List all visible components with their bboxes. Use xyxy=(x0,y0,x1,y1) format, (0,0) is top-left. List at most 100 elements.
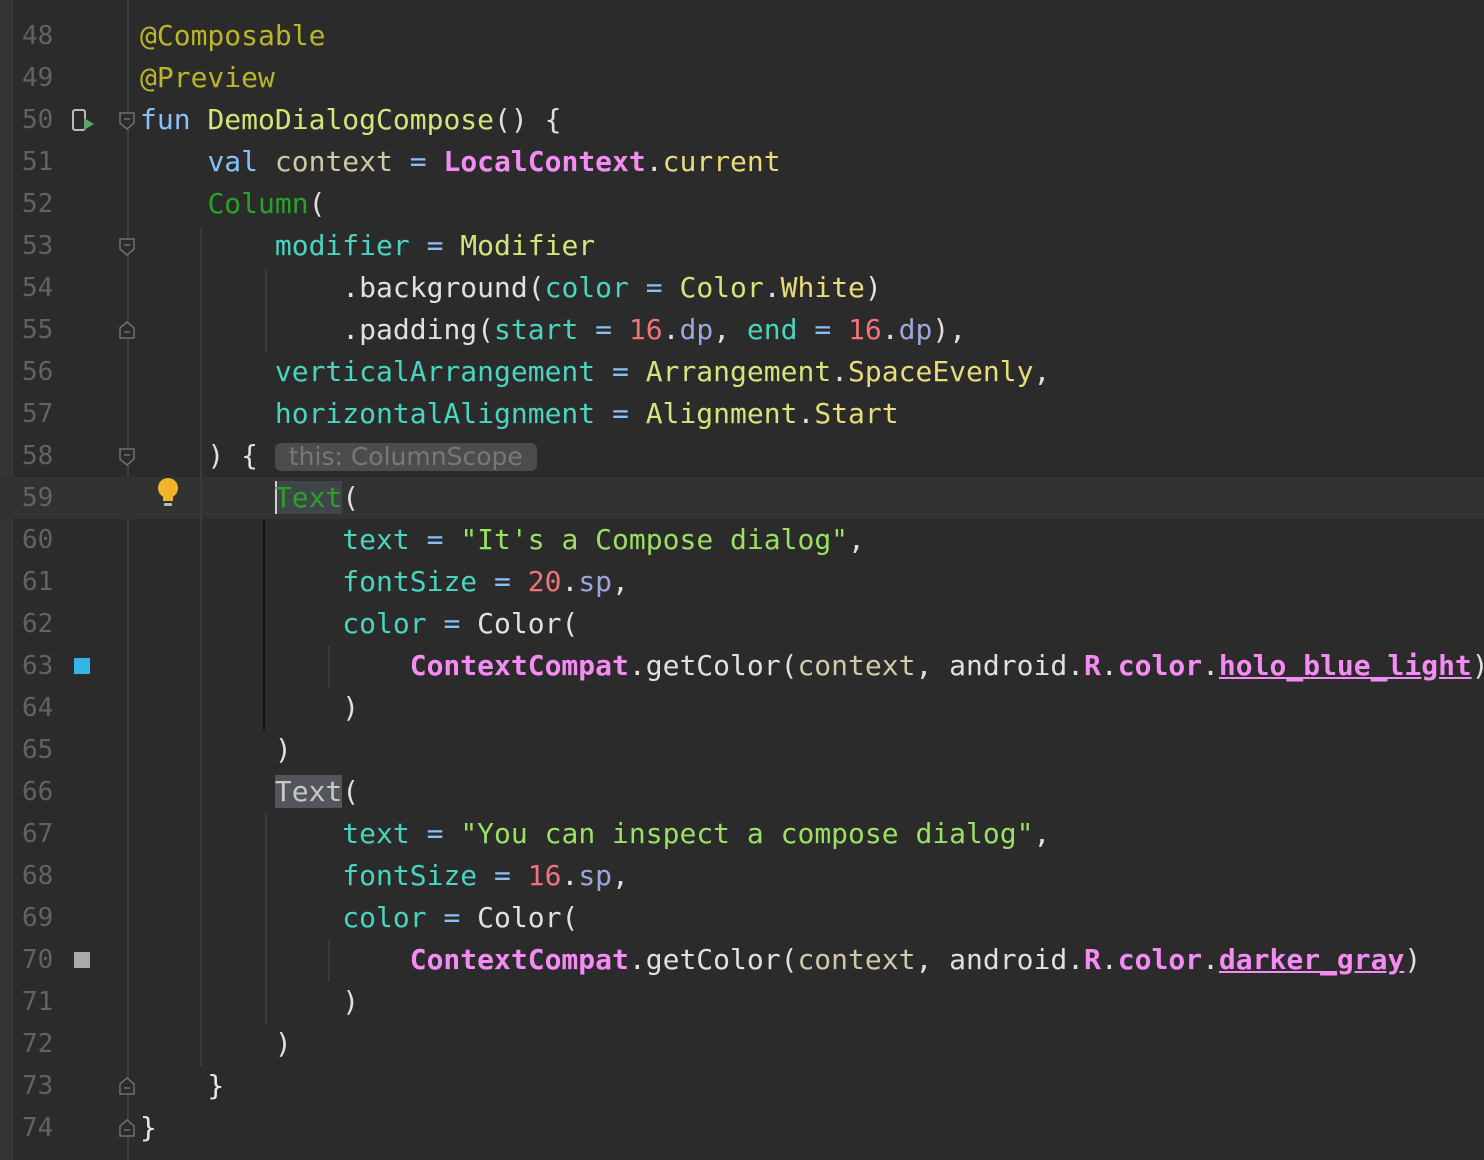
line-number: 49 xyxy=(22,63,54,93)
code-text[interactable]: } xyxy=(140,1107,157,1149)
code-text[interactable]: ContextCompat.getColor(context, android.… xyxy=(140,939,1422,981)
inlay-type-hint: this: ColumnScope xyxy=(274,443,537,471)
code-line[interactable]: 48 @Composable xyxy=(0,15,1484,57)
code-text[interactable]: text = "You can inspect a compose dialog… xyxy=(140,813,1050,855)
code-text[interactable]: fontSize = 20.sp, xyxy=(140,561,629,603)
fold-collapse-icon[interactable] xyxy=(119,238,135,256)
code-token: ) xyxy=(864,271,882,304)
indent-guide xyxy=(200,478,202,1066)
code-line[interactable]: 69 color = Color( xyxy=(0,897,1484,939)
code-text[interactable]: @Preview xyxy=(140,57,275,99)
code-text[interactable]: modifier = Modifier xyxy=(140,225,595,267)
code-token: fontSize xyxy=(342,565,478,598)
code-token: holo_blue_light xyxy=(1218,649,1472,682)
code-line[interactable]: 74} xyxy=(0,1107,1484,1149)
code-line[interactable]: 70 ContextCompat.getColor(context, andro… xyxy=(0,939,1484,981)
code-token: = xyxy=(578,313,629,346)
code-line[interactable]: 58 ) { this: ColumnScope xyxy=(0,435,1484,477)
fold-end-icon[interactable] xyxy=(119,1077,135,1095)
code-token: ) xyxy=(140,985,360,1018)
code-token: , xyxy=(713,313,747,346)
code-text[interactable]: text = "It's a Compose dialog", xyxy=(140,519,865,561)
code-line[interactable]: 50 fun DemoDialogCompose() { xyxy=(0,99,1484,141)
code-token: Arrangement xyxy=(645,355,832,388)
code-token: text xyxy=(342,523,410,556)
code-line[interactable]: 54 .background(color = Color.White) xyxy=(0,267,1484,309)
code-text[interactable]: ) xyxy=(140,729,292,771)
line-number: 66 xyxy=(22,777,54,807)
code-text[interactable]: ) xyxy=(140,687,359,729)
code-line[interactable]: 63 ContextCompat.getColor(context, andro… xyxy=(0,645,1484,687)
code-line[interactable]: 51 val context = LocalContext.current xyxy=(0,141,1484,183)
indent-guide xyxy=(265,270,267,352)
code-line[interactable]: 68 fontSize = 16.sp, xyxy=(0,855,1484,897)
fold-end-icon[interactable] xyxy=(119,1119,135,1137)
code-text[interactable]: fontSize = 16.sp, xyxy=(140,855,629,897)
code-token: color xyxy=(544,271,629,304)
code-text[interactable]: ) xyxy=(140,1023,292,1065)
code-line[interactable]: 57 horizontalAlignment = Alignment.Start xyxy=(0,393,1484,435)
code-text[interactable]: horizontalAlignment = Alignment.Start xyxy=(140,393,899,435)
code-line[interactable]: 49 @Preview xyxy=(0,57,1484,99)
code-line[interactable]: 65 ) xyxy=(0,729,1484,771)
code-text[interactable]: fun DemoDialogCompose() { xyxy=(140,99,561,141)
line-number: 72 xyxy=(22,1029,54,1059)
code-line[interactable]: 53 modifier = Modifier xyxy=(0,225,1484,267)
code-text[interactable]: val context = LocalContext.current xyxy=(140,141,781,183)
code-text[interactable]: ) xyxy=(140,981,359,1023)
fold-collapse-icon[interactable] xyxy=(119,112,135,130)
code-token: @Composable xyxy=(140,19,326,52)
code-token: . xyxy=(1100,943,1118,976)
code-token: = xyxy=(477,565,528,598)
code-text[interactable]: .background(color = Color.White) xyxy=(140,267,882,309)
code-line[interactable]: 62 color = Color( xyxy=(0,603,1484,645)
code-line[interactable]: 64 ) xyxy=(0,687,1484,729)
fold-collapse-icon[interactable] xyxy=(119,448,135,466)
code-text[interactable]: Text( xyxy=(140,771,359,813)
code-line[interactable]: 59 Text( xyxy=(0,477,1484,519)
code-text[interactable]: } xyxy=(140,1065,224,1107)
code-line[interactable]: 67 text = "You can inspect a compose dia… xyxy=(0,813,1484,855)
code-line[interactable]: 52 Column( xyxy=(0,183,1484,225)
code-text[interactable]: Column( xyxy=(140,183,325,225)
color-swatch-icon[interactable] xyxy=(74,658,90,674)
code-line[interactable]: 55 .padding(start = 16.dp, end = 16.dp), xyxy=(0,309,1484,351)
intention-bulb-icon[interactable] xyxy=(156,477,180,509)
code-line[interactable]: 72 ) xyxy=(0,1023,1484,1065)
color-swatch-icon[interactable] xyxy=(74,952,90,968)
code-line[interactable]: 66 Text( xyxy=(0,771,1484,813)
code-token: 16 xyxy=(527,859,562,892)
code-line[interactable]: 60 text = "It's a Compose dialog", xyxy=(0,519,1484,561)
code-line[interactable]: 56 verticalArrangement = Arrangement.Spa… xyxy=(0,351,1484,393)
code-token: 16 xyxy=(628,313,663,346)
code-token: ) xyxy=(140,691,360,724)
code-token: modifier xyxy=(274,229,410,262)
fold-end-icon[interactable] xyxy=(119,321,135,339)
code-line[interactable]: 73 } xyxy=(0,1065,1484,1107)
line-number: 73 xyxy=(22,1071,54,1101)
code-text[interactable]: verticalArrangement = Arrangement.SpaceE… xyxy=(140,351,1050,393)
code-line[interactable]: 71 ) xyxy=(0,981,1484,1023)
line-number: 64 xyxy=(22,693,54,723)
code-text[interactable]: color = Color( xyxy=(140,897,578,939)
preview-run-icon[interactable] xyxy=(70,108,96,134)
line-number: 48 xyxy=(22,21,54,51)
code-line[interactable]: 61 fontSize = 20.sp, xyxy=(0,561,1484,603)
code-text[interactable]: ContextCompat.getColor(context, android.… xyxy=(140,645,1484,687)
code-token: = xyxy=(409,523,461,556)
code-editor[interactable]: 48 @Composable 49 @Preview 50 fun DemoDialogC… xyxy=(0,0,1484,1160)
code-token: val xyxy=(207,145,275,178)
line-number: 67 xyxy=(22,819,54,849)
code-text[interactable]: @Composable xyxy=(140,15,325,57)
code-text[interactable]: color = Color( xyxy=(140,603,578,645)
code-token: = xyxy=(477,859,528,892)
code-text[interactable]: .padding(start = 16.dp, end = 16.dp), xyxy=(140,309,966,351)
code-token: "You can inspect a compose dialog" xyxy=(460,817,1034,850)
code-token: = xyxy=(409,817,461,850)
code-token: current xyxy=(662,145,781,178)
